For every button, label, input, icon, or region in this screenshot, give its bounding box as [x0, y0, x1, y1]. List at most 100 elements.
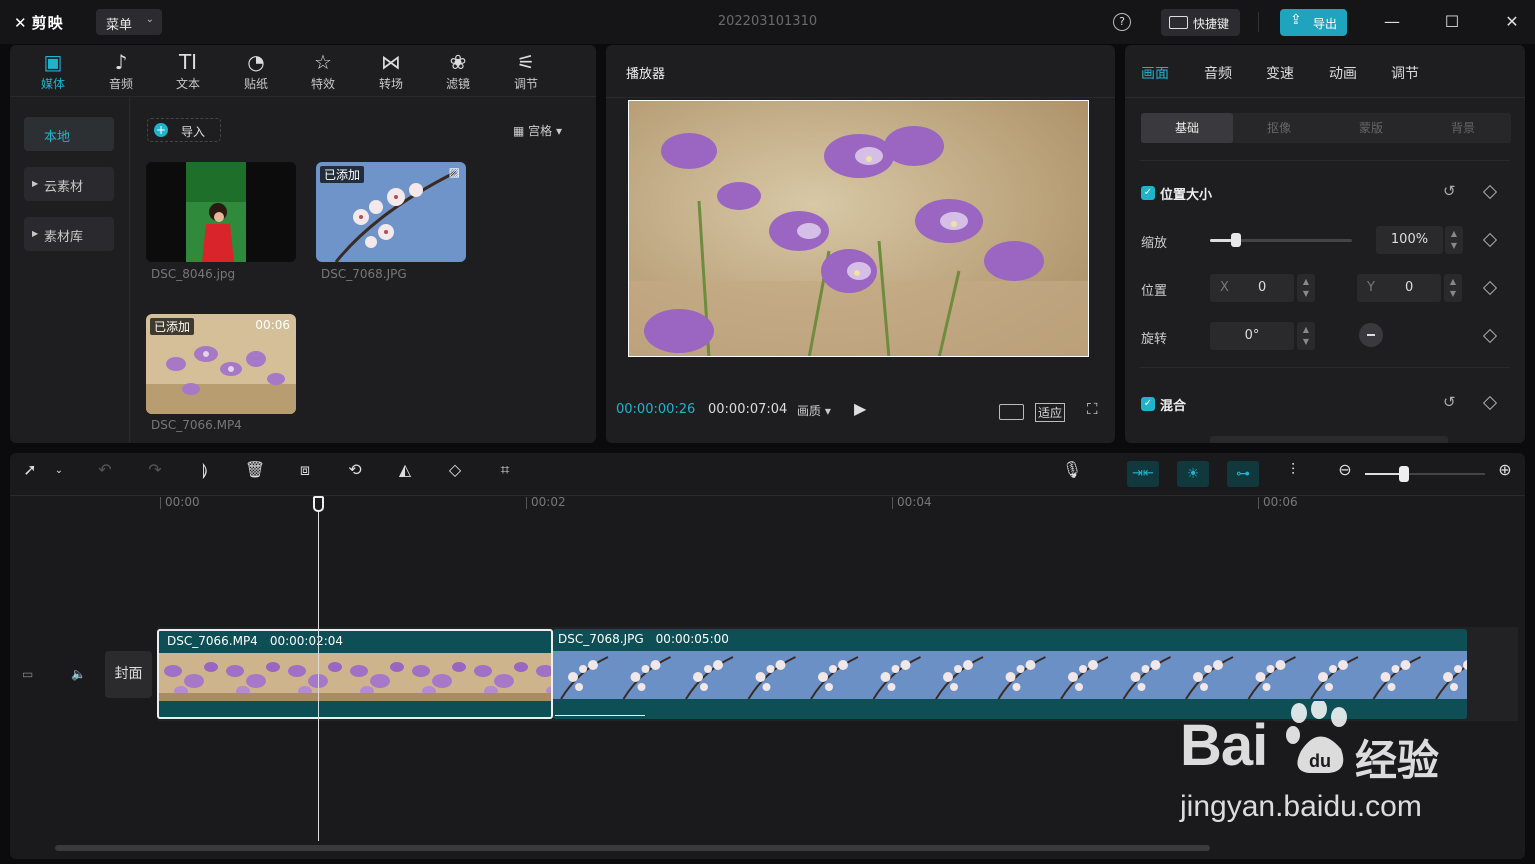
x-stepper[interactable]: ▲ ▼ [1297, 274, 1315, 302]
fit-button[interactable]: 适应 [1035, 403, 1066, 422]
export-icon: ⇪ [1290, 12, 1302, 28]
subtab-basic[interactable]: 基础 [1141, 113, 1233, 143]
position-label: 位置 [1141, 284, 1168, 299]
preview-axis-icon[interactable]: ⫶ [1281, 460, 1305, 480]
maximize-icon[interactable]: ☐ [1440, 10, 1464, 34]
player-title: 播放器 [626, 67, 666, 82]
grid-icon: ▦ [513, 124, 529, 138]
transition-icon: ⋈ [381, 50, 401, 74]
playhead-line [318, 505, 319, 841]
track-lock-icon[interactable]: ▭ [22, 667, 33, 681]
tab-audio[interactable]: ♪ 音频 [96, 49, 146, 92]
keyframe-icon[interactable] [1482, 232, 1498, 248]
freeze-icon[interactable]: ⧈ [293, 460, 317, 480]
view-toggle[interactable]: ▦ 宫格 ▾ [513, 122, 562, 139]
y-input[interactable]: Y0 [1357, 274, 1441, 302]
rotate-input[interactable]: 0° [1210, 322, 1294, 350]
link-icon[interactable]: ⊶ [1227, 461, 1259, 487]
keyframe-icon[interactable] [1482, 395, 1498, 411]
import-button[interactable]: + 导入 [147, 118, 221, 142]
shortcut-button[interactable]: 快捷键 [1161, 9, 1240, 36]
keyframe-icon[interactable] [1482, 184, 1498, 200]
zoom-thumb[interactable] [1399, 466, 1409, 482]
media-name: DSC_7066.MP4 [151, 418, 242, 432]
playhead-handle[interactable] [313, 496, 324, 512]
media-icon: ▣ [43, 50, 63, 74]
media-thumb-dsc7068[interactable]: 已添加 ▨ [316, 162, 466, 262]
keyframe-icon[interactable] [1482, 328, 1498, 344]
text-icon: TI [178, 50, 198, 74]
watermark-cn: 经验 [1355, 736, 1440, 785]
media-thumb-dsc8046[interactable] [146, 162, 296, 262]
rotate-stepper[interactable]: ▲ ▼ [1297, 322, 1315, 350]
blend-checkbox[interactable]: ✓ [1141, 397, 1155, 411]
scale-input[interactable]: 100% [1376, 226, 1443, 254]
timeline-scrollbar[interactable] [55, 845, 1210, 851]
mirror-icon[interactable]: ◭ [393, 460, 417, 479]
duration-label: 00:06 [255, 318, 290, 332]
subtab-mask[interactable]: 蒙版 [1325, 113, 1417, 143]
help-icon[interactable]: ? [1113, 13, 1131, 31]
tab-media[interactable]: ▣ 媒体 [28, 49, 78, 92]
slider-thumb[interactable] [1231, 233, 1241, 247]
play-icon[interactable]: ▶ [854, 399, 866, 418]
media-panel: ▣ 媒体 ♪ 音频 TI 文本 ◔ 贴纸 ☆ 特效 ⋈ 转场 ❀ 滤镜 ⚟ 调节 本地 ▶ 云素材… [10, 45, 596, 443]
split-icon[interactable]: ⟭ [193, 460, 217, 480]
zoom-in-icon[interactable]: ⊕ [1493, 460, 1517, 479]
tab-adjust[interactable]: 调节 [1391, 63, 1419, 83]
zoom-out-icon[interactable]: ⊖ [1333, 460, 1357, 479]
redo-icon[interactable]: ↷ [143, 460, 167, 479]
tab-filter[interactable]: ❀ 滤镜 [433, 49, 483, 92]
scale-stepper[interactable]: ▲ ▼ [1445, 226, 1463, 254]
tab-sticker[interactable]: ◔ 贴纸 [231, 49, 281, 92]
subtab-cutout[interactable]: 抠像 [1233, 113, 1325, 143]
video-preview[interactable] [628, 100, 1089, 357]
x-input[interactable]: X0 [1210, 274, 1294, 302]
keyframe-icon[interactable] [1482, 280, 1498, 296]
thumbnail-image [146, 162, 296, 262]
sidebar-item-local[interactable]: 本地 [24, 117, 114, 151]
timeline-clip-video[interactable]: DSC_7066.MP4 00:00:02:04 [157, 629, 553, 719]
tab-transition[interactable]: ⋈ 转场 [366, 49, 416, 92]
undo-icon[interactable]: ↶ [93, 460, 117, 479]
waveform-icon[interactable] [999, 404, 1024, 420]
tab-audio[interactable]: 音频 [1204, 63, 1232, 83]
sidebar-item-library[interactable]: ▶ 素材库 [24, 217, 114, 251]
reverse-icon[interactable]: ⟲ [343, 460, 367, 479]
chevron-down-icon[interactable]: ⌄ [47, 465, 71, 476]
select-tool-icon[interactable]: ➚ [18, 460, 42, 479]
subtab-background[interactable]: 背景 [1417, 113, 1509, 143]
scale-label: 缩放 [1141, 236, 1168, 251]
magnet-icon[interactable]: ⇥⇤ [1127, 461, 1159, 487]
tab-picture[interactable]: 画面 [1141, 63, 1169, 83]
tab-adjust[interactable]: ⚟ 调节 [501, 49, 551, 92]
position-size-checkbox[interactable]: ✓ [1141, 186, 1155, 200]
linkage-icon[interactable]: ☀ [1177, 461, 1209, 487]
reset-icon[interactable]: ↺ [1443, 393, 1456, 411]
media-sidebar: 本地 ▶ 云素材 ▶ 素材库 [10, 97, 130, 443]
tab-speed[interactable]: 变速 [1266, 63, 1294, 83]
export-button[interactable]: ⇪ 导出 [1280, 9, 1347, 36]
media-thumb-dsc7066[interactable]: 已添加 00:06 [146, 314, 296, 414]
microphone-icon[interactable]: 🎙 [1060, 460, 1084, 479]
minimize-icon[interactable]: — [1380, 10, 1404, 34]
ruler-tick [160, 497, 161, 509]
speaker-icon[interactable]: 🔈 [71, 667, 86, 681]
sidebar-item-cloud[interactable]: ▶ 云素材 [24, 167, 114, 201]
cover-button[interactable]: 封面 [105, 651, 152, 698]
delete-icon[interactable]: 🗑 [243, 460, 267, 479]
tab-text[interactable]: TI 文本 [163, 49, 213, 92]
quality-dropdown[interactable]: 画质 ▾ [797, 402, 831, 419]
current-time: 00:00:00:26 [616, 402, 696, 417]
tab-animation[interactable]: 动画 [1329, 63, 1357, 83]
rotate-dial[interactable] [1359, 323, 1383, 347]
crop-icon[interactable]: ⌗ [493, 460, 517, 480]
added-badge: 已添加 [320, 166, 365, 183]
reset-icon[interactable]: ↺ [1443, 182, 1456, 200]
close-icon[interactable]: ✕ [1500, 10, 1524, 34]
fullscreen-icon[interactable]: ⛶ [1087, 400, 1098, 418]
filter-icon: ❀ [449, 50, 467, 74]
y-stepper[interactable]: ▲ ▼ [1444, 274, 1462, 302]
rotate-icon[interactable]: ◇ [443, 460, 467, 479]
tab-effects[interactable]: ☆ 特效 [298, 49, 348, 92]
